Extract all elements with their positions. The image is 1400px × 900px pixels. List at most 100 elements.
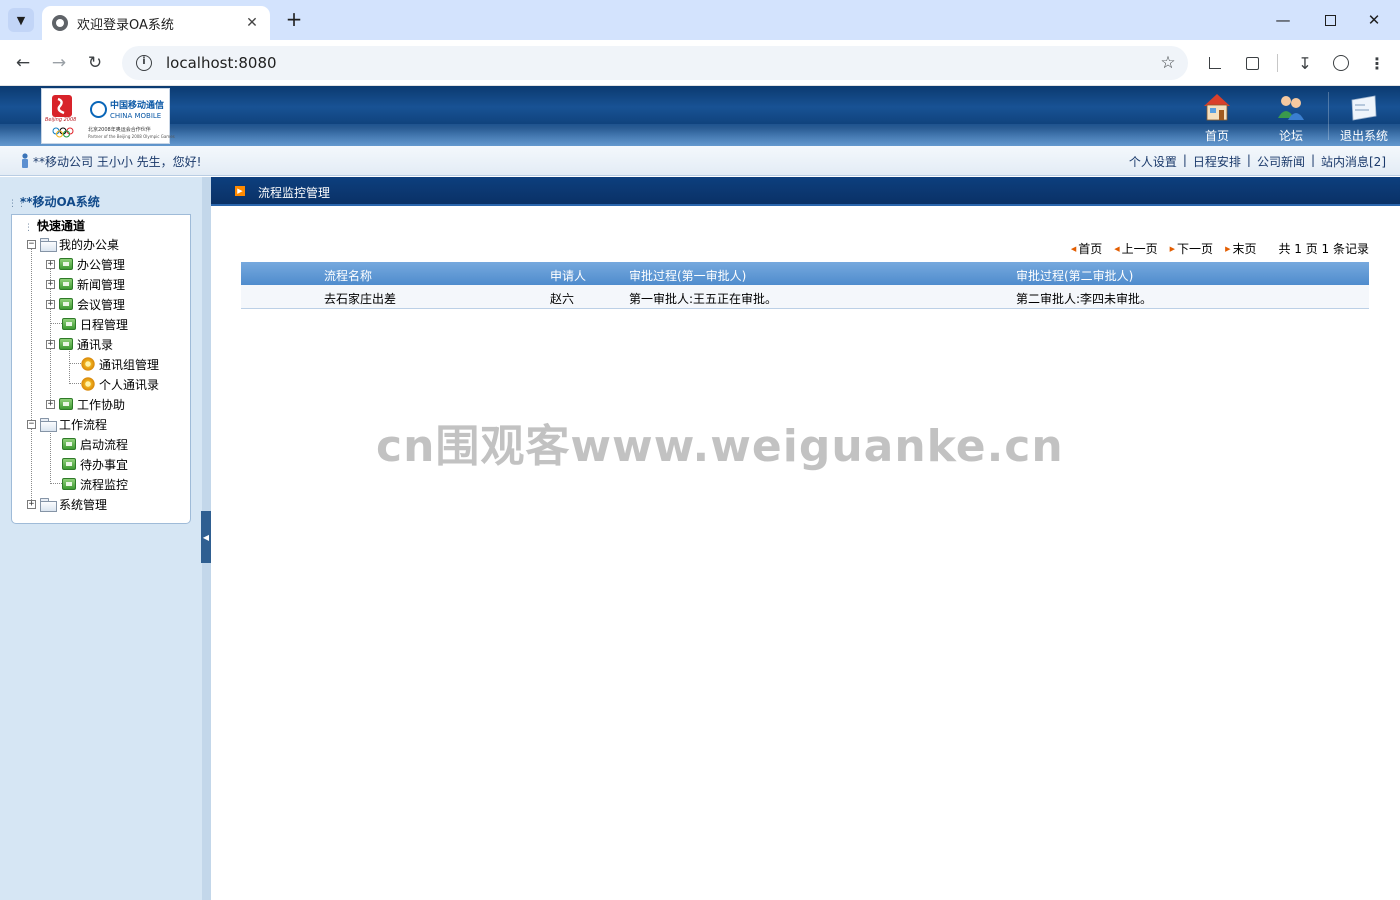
beijing-olympics-logo [52, 95, 74, 138]
welcome-text: **移动公司 王小小 先生，您好! [33, 155, 202, 169]
maximize-button[interactable] [1308, 6, 1352, 34]
screenshot-button[interactable] [1202, 50, 1228, 76]
collapse-icon[interactable]: + [46, 339, 55, 349]
module-icon [59, 258, 73, 270]
user-icon [22, 153, 28, 168]
info-icon[interactable]: i [136, 55, 152, 71]
link-separator: | [1182, 153, 1187, 167]
tree-item-todo[interactable]: 待办事宜 [62, 455, 128, 473]
expand-icon[interactable]: + [46, 259, 55, 269]
column-header: 审批过程(第二审批人) [1016, 269, 1134, 283]
tree-label: 流程监控 [80, 477, 129, 492]
tab-search-button[interactable]: ▼ [8, 8, 34, 32]
tree-item-flow-monitor[interactable]: 流程监控 [62, 475, 128, 493]
account-button[interactable] [1328, 50, 1354, 76]
expand-icon[interactable]: + [46, 399, 55, 409]
tree-label: 办公管理 [77, 257, 126, 272]
tree-label: 系统管理 [59, 497, 108, 512]
star-icon[interactable]: ☆ [1148, 53, 1188, 73]
logout-button[interactable]: 退出系统 [1329, 86, 1399, 146]
tree-item-news-mgmt[interactable]: + 新闻管理 [46, 275, 125, 293]
tree-label: 工作协助 [77, 397, 126, 412]
new-tab-button[interactable]: + [283, 9, 305, 31]
url-text[interactable]: localhost:8080 [166, 54, 1148, 72]
expand-icon[interactable]: + [46, 279, 55, 289]
tree-item-office-mgmt[interactable]: + 办公管理 [46, 255, 125, 273]
forward-button[interactable]: → [46, 50, 72, 76]
expand-icon[interactable]: + [46, 299, 55, 309]
schedule-link[interactable]: 日程安排 [1193, 153, 1241, 170]
extensions-button[interactable] [1239, 50, 1265, 76]
module-icon [59, 298, 73, 310]
maximize-icon [1324, 14, 1336, 26]
tree-item-my-office[interactable]: − 我的办公桌 [27, 235, 119, 253]
dots-icon: ⋮⋮ [8, 199, 26, 209]
first-page-link[interactable]: ◀ 首页 [1071, 240, 1102, 257]
close-icon[interactable]: ✕ [244, 15, 260, 31]
browser-toolbar: ← → ↻ i localhost:8080 ☆ ↧ ⋮ [0, 40, 1400, 86]
top-links: 个人设置 | 日程安排 | 公司新闻 | 站内消息[2] [1129, 153, 1386, 170]
tree-item-personal-contacts[interactable]: 个人通讯录 [81, 375, 159, 393]
tree-item-contact-group[interactable]: 通讯组管理 [81, 355, 159, 373]
expand-icon[interactable]: + [27, 499, 36, 509]
next-page-icon: ▶ [1169, 244, 1176, 253]
flow-table: 流程名称 申请人 审批过程(第一审批人) 审批过程(第二审批人) 去石家庄出差 … [241, 262, 1369, 309]
close-window-button[interactable]: ✕ [1352, 6, 1396, 34]
minimize-button[interactable]: — [1261, 6, 1305, 34]
tree-item-schedule-mgmt[interactable]: 日程管理 [62, 315, 128, 333]
tree-item-contacts[interactable]: + 通讯录 [46, 335, 113, 353]
beijing-text: Beijing 2008 [45, 117, 77, 123]
tree-item-work-assist[interactable]: + 工作协助 [46, 395, 125, 413]
tree-item-system-mgmt[interactable]: + 系统管理 [27, 495, 107, 513]
reload-button[interactable]: ↻ [82, 50, 108, 76]
gear-icon [81, 377, 95, 391]
plus-icon: + [285, 7, 303, 31]
tree-connector [50, 424, 51, 484]
tree-label: 通讯录 [77, 337, 114, 352]
last-page-link[interactable]: ▶ 末页 [1225, 240, 1256, 257]
back-button[interactable]: ← [10, 50, 36, 76]
company-news-link[interactable]: 公司新闻 [1257, 153, 1305, 170]
column-header: 审批过程(第一审批人) [629, 269, 747, 283]
prev-page-link[interactable]: ◀ 上一页 [1114, 240, 1157, 257]
partner-cn: 北京2008年奥运会合作伙伴 [88, 127, 151, 133]
sidebar-collapse-toggle[interactable]: ◀ [201, 511, 211, 563]
tree-connector [31, 244, 32, 502]
tree-label: 启动流程 [80, 437, 129, 452]
address-bar[interactable]: i localhost:8080 ☆ [122, 46, 1188, 80]
first-page-icon: ◀ [1070, 244, 1077, 253]
tree-label: 通讯组管理 [99, 357, 160, 372]
download-icon: ↧ [1298, 53, 1312, 73]
personal-settings-link[interactable]: 个人设置 [1129, 153, 1177, 170]
forward-icon: → [51, 53, 67, 73]
china-mobile-logo [90, 101, 107, 118]
tree-item-start-flow[interactable]: 启动流程 [62, 435, 128, 453]
tree-item-meeting-mgmt[interactable]: + 会议管理 [46, 295, 125, 313]
extensions-icon [1245, 56, 1259, 70]
arrow-right-icon: ▶ [235, 186, 245, 196]
tree-connector [50, 323, 62, 324]
quick-channel-title: ⋮ 快速通道 [24, 217, 85, 234]
forum-button[interactable]: 论坛 [1256, 86, 1326, 146]
next-page-link[interactable]: ▶ 下一页 [1170, 240, 1213, 257]
minimize-icon: — [1275, 11, 1291, 29]
tab-title: 欢迎登录OA系统 [77, 17, 174, 33]
module-icon [62, 438, 76, 450]
table-row[interactable]: 去石家庄出差 赵六 第一审批人:王五正在审批。 第二审批人:李四未审批。 [241, 285, 1369, 309]
tree-item-workflow[interactable]: − 工作流程 [27, 415, 107, 433]
more-menu-button[interactable]: ⋮ [1364, 50, 1390, 76]
house-icon [1204, 94, 1230, 121]
module-icon [62, 458, 76, 470]
collapse-icon[interactable]: − [27, 419, 36, 429]
account-icon [1333, 55, 1349, 71]
watermark: cn围观客www.weiguanke.cn [376, 421, 1064, 472]
sidebar-title: ⋮⋮**移动OA系统 [8, 193, 100, 210]
folder-icon [40, 498, 57, 512]
link-separator: | [1246, 153, 1251, 167]
home-button[interactable]: 首页 [1182, 86, 1252, 146]
collapse-icon[interactable]: − [27, 239, 36, 249]
pagination: ◀ 首页 ◀ 上一页 ▶ 下一页 ▶ 末页 共 1 页 1 条记录 [1059, 240, 1369, 257]
browser-tab[interactable]: 欢迎登录OA系统 ✕ [42, 6, 270, 40]
download-button[interactable]: ↧ [1292, 50, 1318, 76]
site-messages-link[interactable]: 站内消息[2] [1321, 153, 1386, 170]
